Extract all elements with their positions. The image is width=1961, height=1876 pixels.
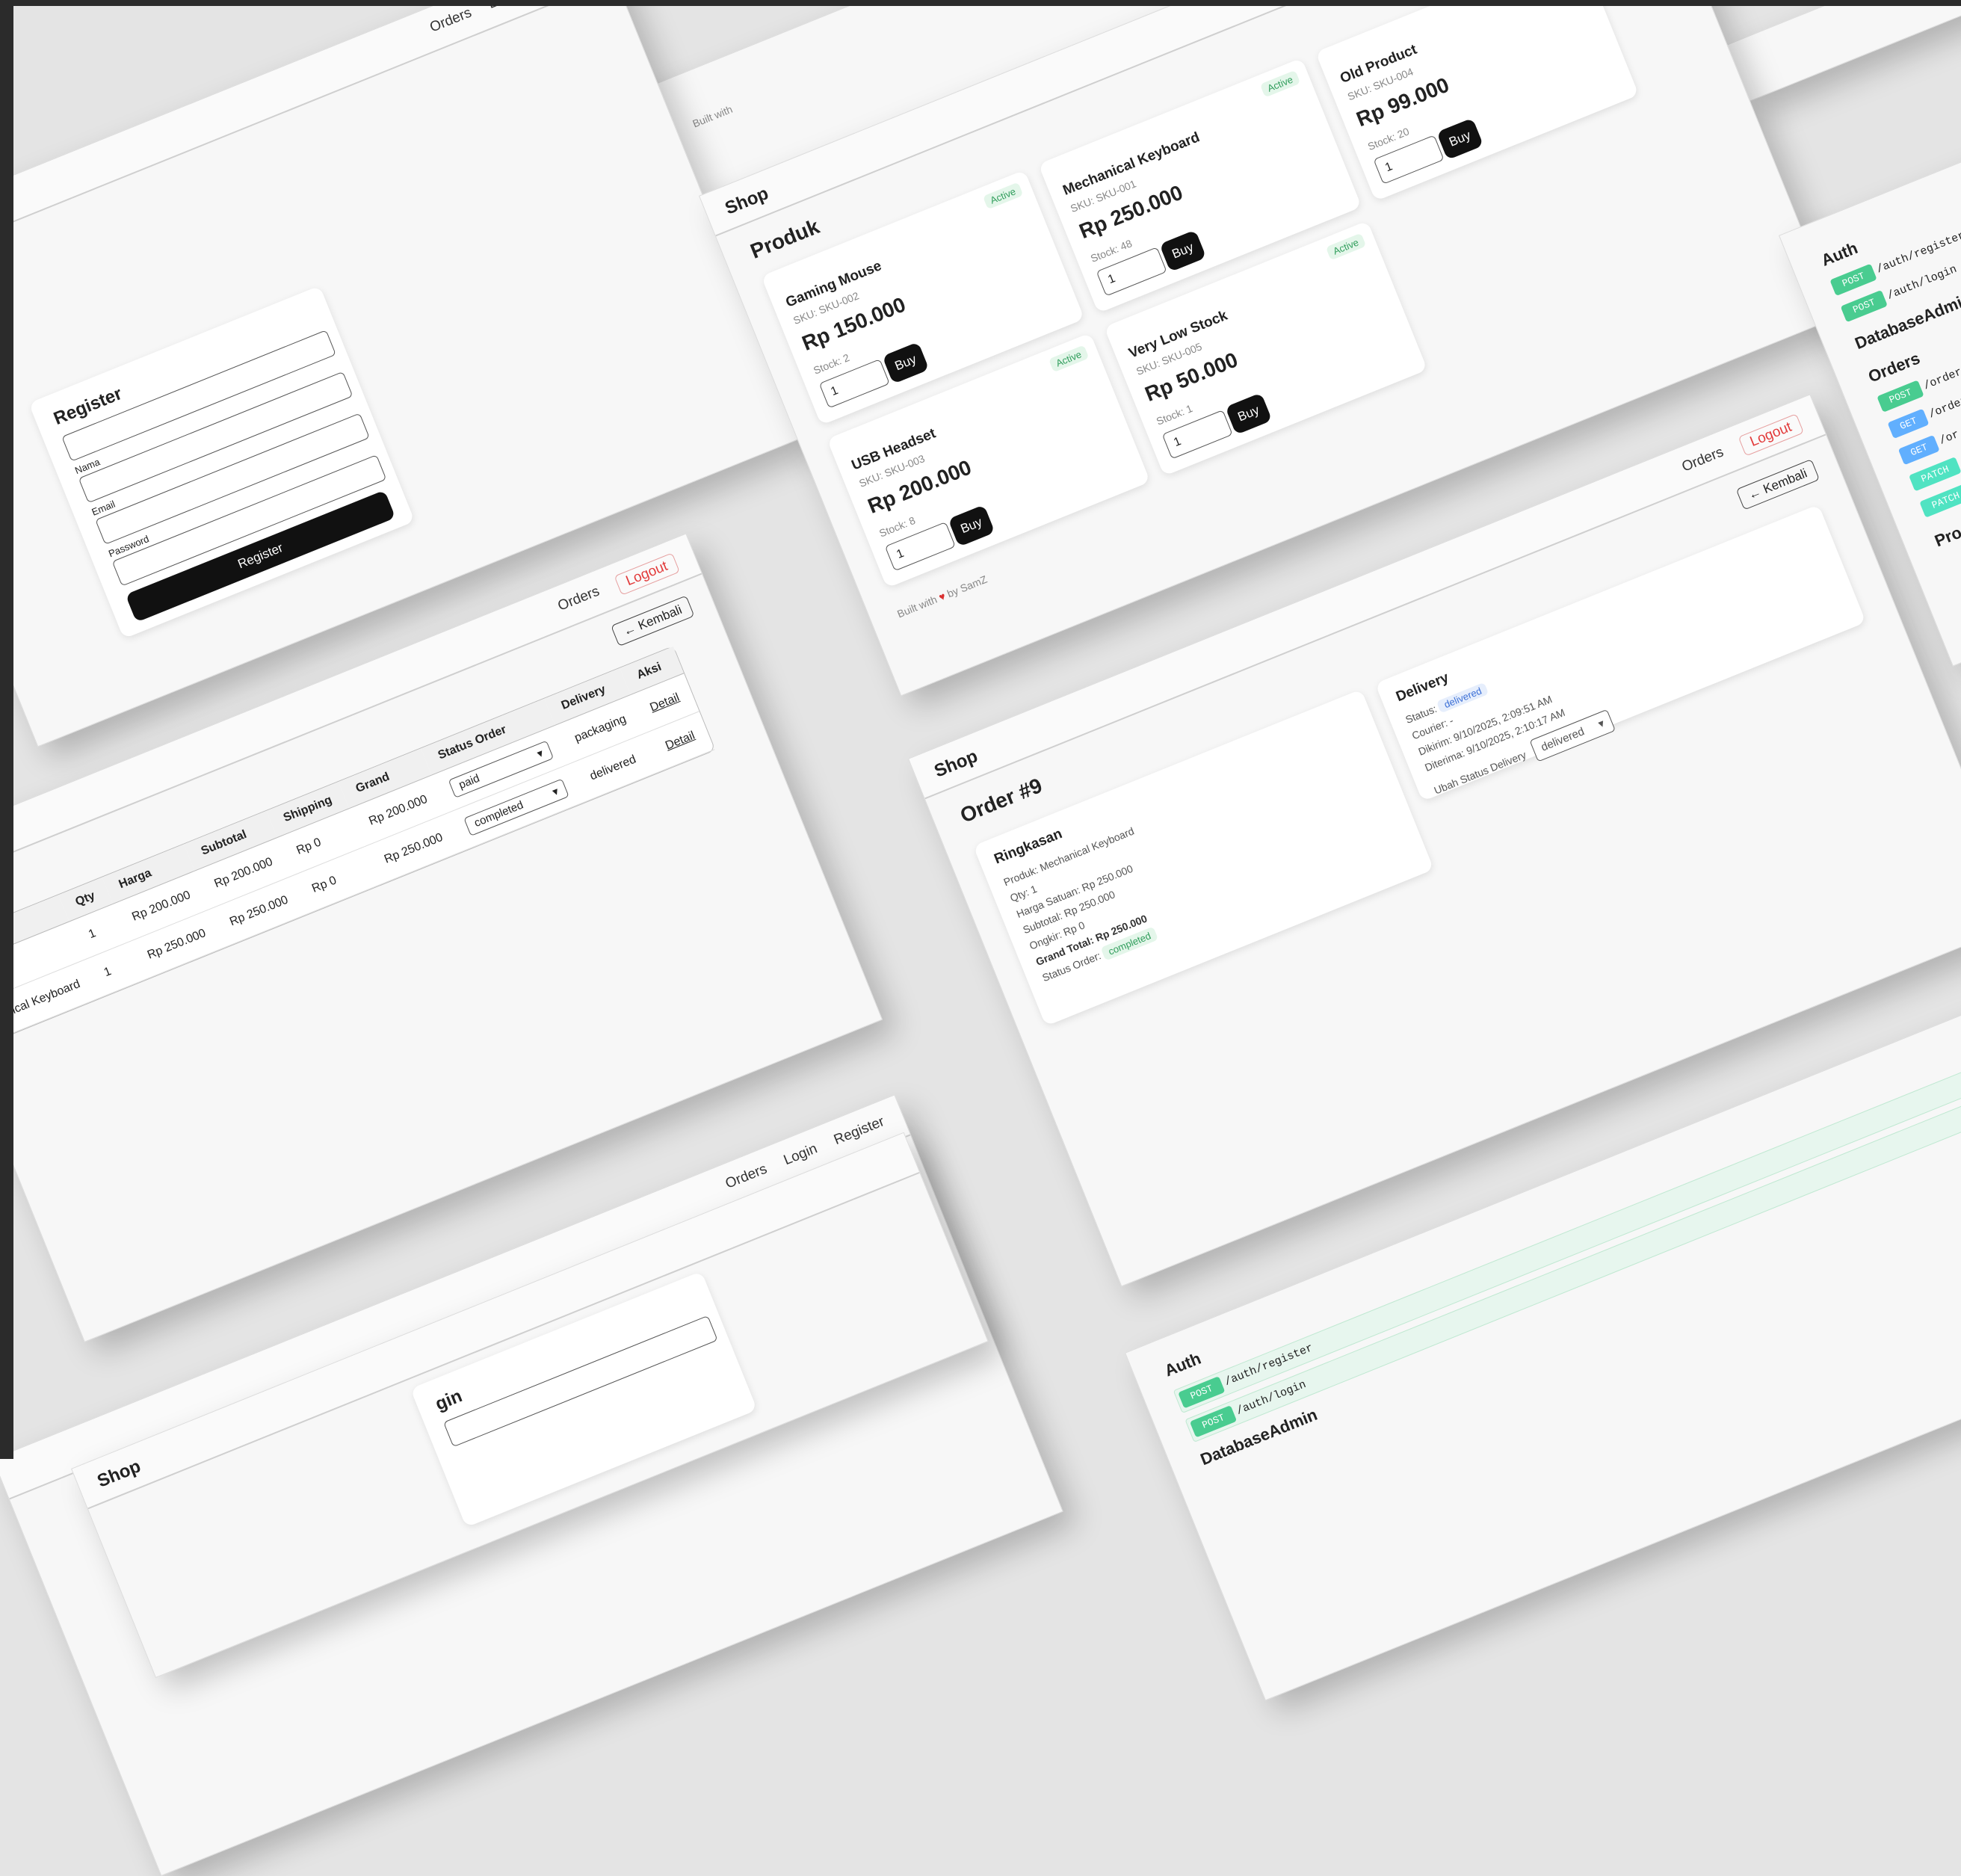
method-badge: POST [1178, 1376, 1226, 1409]
heart-icon: ♥ [936, 590, 948, 604]
api-section-produk: Prod [1932, 519, 1961, 551]
frame-border-top [0, 0, 1961, 6]
footer-suffix: by SamZ [945, 573, 989, 600]
method-badge: GET [1897, 434, 1941, 466]
api-section-auth: Auth [1161, 1348, 1204, 1380]
product-card: Old Product SKU: SKU-004 Rp 99.000 Stock… [1315, 0, 1639, 202]
nav-orders-link[interactable]: Orders [1680, 444, 1728, 480]
status-badge: Active [1325, 232, 1367, 261]
nav-brand[interactable]: Shop [931, 746, 980, 782]
api-section-auth: Auth [1818, 238, 1861, 270]
chevron-down-icon: ▾ [1596, 717, 1607, 731]
status-value: completed [472, 798, 525, 830]
method-badge: POST [1840, 289, 1889, 323]
chevron-down-icon: ▾ [535, 747, 546, 761]
status-badge: Active [1259, 70, 1301, 98]
fragment-footer-text: Built with [691, 102, 735, 130]
nav-brand[interactable]: Shop [94, 1456, 143, 1492]
register-form: Register Nama Email Password Register [28, 286, 416, 639]
logout-button[interactable]: Logout [1738, 413, 1805, 457]
buy-button[interactable]: Buy [948, 505, 995, 547]
buy-button[interactable]: Buy [1436, 117, 1484, 161]
footer-prefix: Built with [895, 593, 939, 620]
logout-button[interactable]: Logout [614, 552, 680, 596]
navbar: Orders Login Register [0, 0, 615, 288]
detail-link[interactable]: Detail [664, 729, 697, 753]
order-title: Order #9 [957, 773, 1046, 827]
delivery-select-value: delivered [1539, 725, 1587, 754]
endpoint-path: /orders [1921, 362, 1961, 393]
status-badge: Active [1048, 345, 1090, 373]
nav-orders-link[interactable]: Orders [427, 4, 474, 36]
method-badge: POST [1829, 263, 1877, 297]
endpoint-path: /or [1937, 428, 1961, 448]
site-footer: Built with ♥ by SamZ [895, 573, 989, 620]
method-badge: POST [1189, 1404, 1238, 1438]
status-badge: Active [982, 182, 1024, 210]
top-right-fragment-card [1726, 0, 1961, 102]
method-badge: PATCH [1919, 483, 1961, 518]
nav-login-link[interactable]: Login [782, 1141, 820, 1169]
login-title: gin [432, 1386, 466, 1415]
chevron-down-icon: ▾ [550, 785, 561, 799]
status-value: paid [457, 771, 482, 792]
buy-button[interactable]: Buy [1225, 392, 1273, 435]
nav-orders-link[interactable]: Orders [555, 584, 603, 620]
mockup-collage: Built with Orders Login Register Registe… [0, 0, 1961, 1876]
method-badge: GET [1887, 408, 1930, 439]
method-badge: POST [1877, 380, 1924, 413]
method-badge: PATCH [1908, 457, 1961, 492]
nav-brand[interactable]: Shop [722, 183, 771, 219]
buy-button[interactable]: Buy [882, 342, 930, 384]
nav-orders-link[interactable]: Orders [723, 1161, 770, 1193]
detail-link[interactable]: Detail [648, 691, 681, 715]
frame-border-left [0, 0, 13, 1459]
endpoint-path: /orders [1927, 391, 1961, 422]
delivery-list: Status: delivered Courier: - Dikirim: 9/… [1403, 641, 1616, 802]
buy-button[interactable]: Buy [1159, 229, 1207, 272]
